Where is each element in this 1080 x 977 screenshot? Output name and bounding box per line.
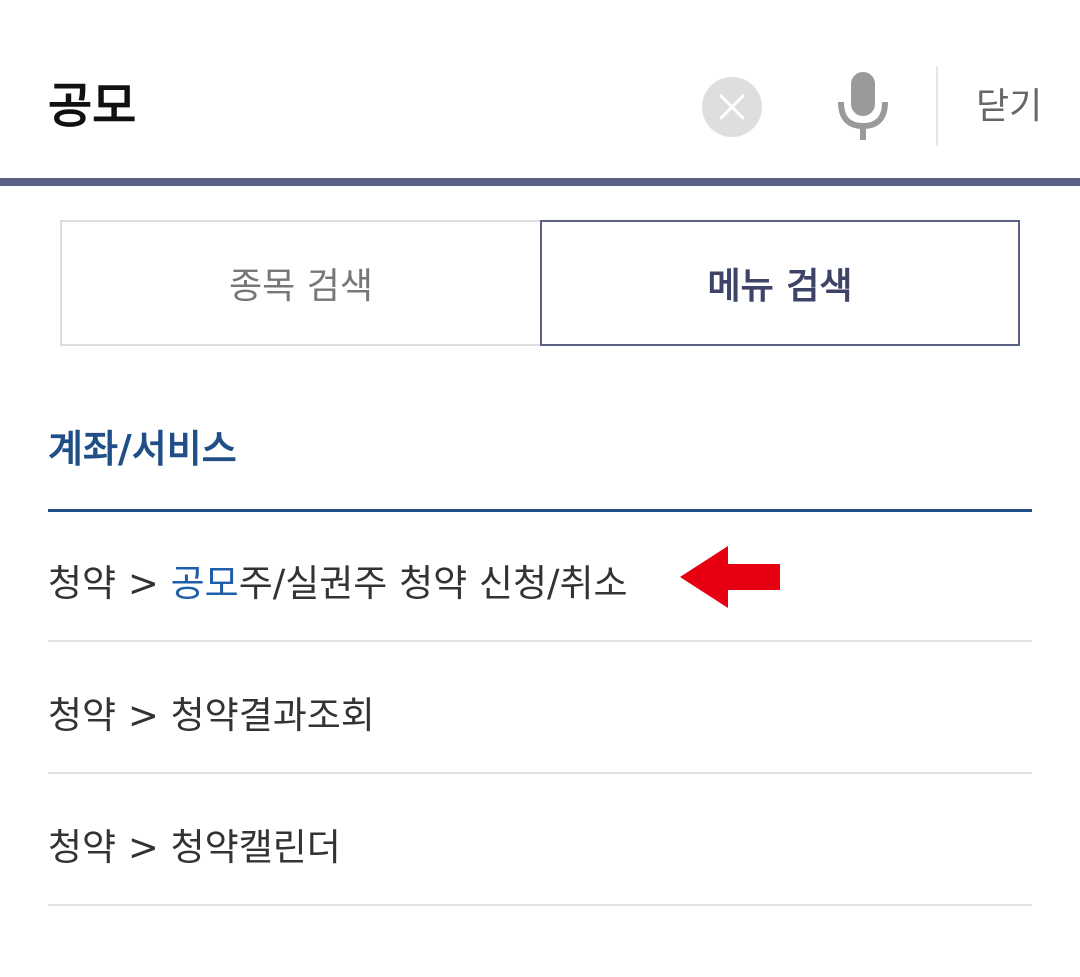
- result-label: 청약 > 청약결과조회: [48, 692, 375, 740]
- header-divider-line: [0, 178, 1080, 186]
- result-highlight: 공모: [170, 562, 239, 605]
- close-button[interactable]: 닫기: [976, 84, 1042, 130]
- result-prefix: 청약 >: [48, 562, 171, 605]
- result-divider: [48, 772, 1032, 774]
- result-rest: 청약결과조회: [170, 694, 375, 737]
- voice-search-button[interactable]: [832, 70, 894, 144]
- result-rest: 청약캘린더: [170, 826, 341, 869]
- tab-stock-search[interactable]: 종목 검색: [60, 220, 540, 346]
- result-item[interactable]: 청약 > 청약캘린더: [48, 776, 1032, 906]
- result-divider: [48, 640, 1032, 642]
- result-item[interactable]: 청약 > 공모주/실권주 청약 신청/취소: [48, 512, 1032, 642]
- search-input[interactable]: 공모: [48, 76, 136, 136]
- search-header: 공모 닫기: [0, 0, 1080, 178]
- result-divider: [48, 904, 1032, 906]
- result-item[interactable]: 청약 > 청약결과조회: [48, 644, 1032, 774]
- result-rest: 주/실권주 청약 신청/취소: [238, 562, 628, 605]
- result-label: 청약 > 청약캘린더: [48, 824, 341, 872]
- tab-menu-search[interactable]: 메뉴 검색: [540, 220, 1020, 346]
- clear-button[interactable]: [702, 77, 762, 137]
- left-arrow-icon: [680, 546, 780, 608]
- search-type-tabs: 종목 검색 메뉴 검색: [60, 220, 1020, 346]
- microphone-icon: [838, 72, 888, 140]
- result-label: 청약 > 공모주/실권주 청약 신청/취소: [48, 560, 628, 608]
- header-divider: [936, 66, 938, 146]
- close-icon: [719, 94, 745, 120]
- result-prefix: 청약 >: [48, 694, 171, 737]
- section-title: 계좌/서비스: [48, 427, 237, 471]
- result-prefix: 청약 >: [48, 826, 171, 869]
